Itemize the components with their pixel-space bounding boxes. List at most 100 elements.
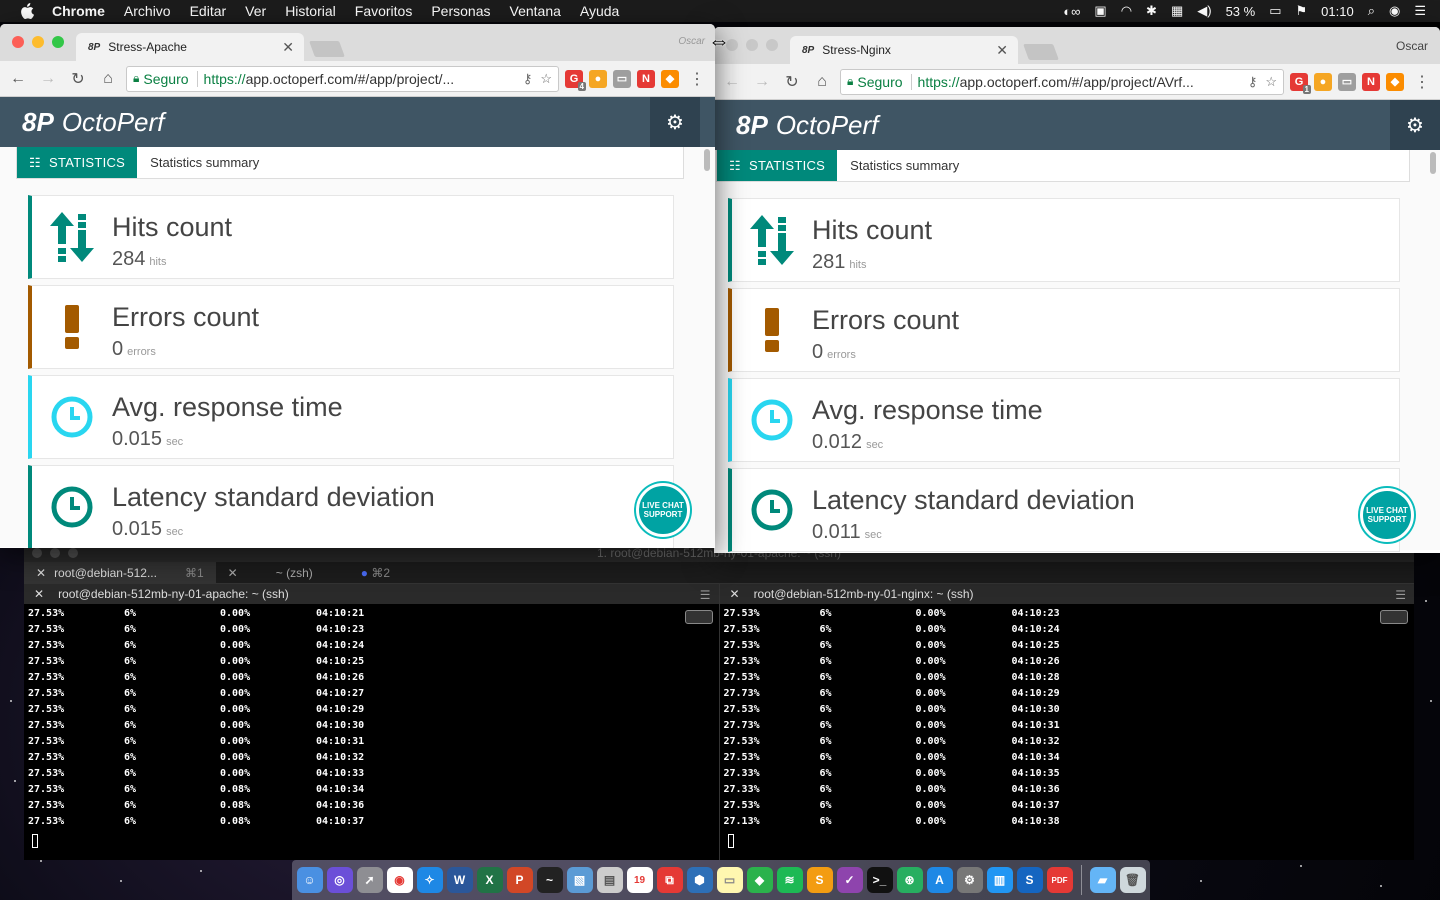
tab-statistics-summary[interactable]: Statistics summary: [837, 150, 972, 181]
terminal-icon[interactable]: >_: [866, 867, 893, 893]
pane-status-button[interactable]: [1380, 610, 1408, 624]
wifi-icon[interactable]: ◠: [1121, 3, 1132, 19]
terminal-tab-1[interactable]: ✕ root@debian-512... ⌘1: [24, 562, 216, 583]
s-app-icon[interactable]: S: [1016, 867, 1043, 893]
terminal-pane-nginx[interactable]: ✕ root@debian-512mb-ny-01-nginx: ~ (ssh)…: [719, 584, 1414, 860]
new-tab-button[interactable]: [1023, 44, 1059, 60]
chrome-icon[interactable]: ◉: [386, 867, 413, 893]
volume-icon[interactable]: ◀): [1197, 3, 1211, 19]
calendar-icon[interactable]: 19: [626, 867, 653, 893]
menu-app-chrome[interactable]: Chrome: [52, 0, 105, 22]
apple-icon[interactable]: [20, 0, 38, 22]
minimize-window-button[interactable]: [746, 39, 758, 51]
zoom-window-button[interactable]: [52, 36, 64, 48]
terminal-tab-2[interactable]: ✕ ~ (zsh) ● ⌘2: [216, 562, 402, 583]
activity-monitor-icon[interactable]: ~: [536, 867, 563, 893]
infinity-icon[interactable]: ◐∞: [1063, 4, 1080, 19]
minimize-window-button[interactable]: [32, 36, 44, 48]
sourcetree-icon[interactable]: ⊛: [896, 867, 923, 893]
menu-editar[interactable]: Editar: [190, 0, 227, 22]
extension-lastpass-icon[interactable]: G1: [1290, 72, 1311, 94]
home-icon[interactable]: ⌂: [96, 67, 120, 91]
browser-tab[interactable]: 8P Stress-Nginx ✕: [790, 36, 1018, 64]
terminal-close-button[interactable]: [32, 548, 42, 558]
key-icon[interactable]: ⚷: [1248, 74, 1258, 90]
chrome-menu-icon[interactable]: ⋮: [685, 67, 709, 91]
menu-ver[interactable]: Ver: [245, 0, 266, 22]
new-tab-button[interactable]: [309, 41, 345, 57]
menu-ventana[interactable]: Ventana: [510, 0, 561, 22]
excel-icon[interactable]: X: [476, 867, 503, 893]
menu-icon[interactable]: ☰: [1395, 588, 1406, 602]
live-chat-button[interactable]: LIVE CHAT SUPPORT: [1360, 488, 1414, 542]
menu-favoritos[interactable]: Favoritos: [355, 0, 413, 22]
reload-icon[interactable]: ↻: [66, 67, 90, 91]
back-icon[interactable]: ←: [6, 67, 30, 91]
address-bar[interactable]: 🔒︎ Seguro https://app.octoperf.com/#/app…: [126, 65, 559, 92]
siri-icon[interactable]: ◎: [326, 867, 353, 893]
siri-icon[interactable]: ◉: [1389, 3, 1400, 19]
cookie-extension-icon[interactable]: ●: [1314, 72, 1332, 91]
profile-button[interactable]: Oscar: [678, 36, 705, 47]
trash-icon[interactable]: 🗑︎: [1119, 867, 1146, 893]
close-icon[interactable]: ✕: [996, 42, 1008, 59]
preview-icon[interactable]: ▧: [566, 867, 593, 893]
octoperf-logo[interactable]: 8P OctoPerf: [736, 110, 878, 141]
pdf-icon[interactable]: PDF: [1046, 867, 1073, 893]
clock[interactable]: 01:10: [1321, 4, 1354, 19]
reload-icon[interactable]: ↻: [780, 70, 804, 94]
bookmark-star-icon[interactable]: ☆: [1265, 74, 1277, 90]
downloads-folder-icon[interactable]: ▰: [1089, 867, 1116, 893]
cast-icon[interactable]: ▭: [1338, 72, 1356, 91]
tab-statistics-summary[interactable]: Statistics summary: [137, 147, 272, 178]
cast-icon[interactable]: ▭: [613, 69, 631, 88]
chrome-menu-icon[interactable]: ⋮: [1410, 70, 1434, 94]
netflix-extension-icon[interactable]: N: [637, 69, 655, 88]
octoperf-logo[interactable]: 8P OctoPerf: [22, 107, 164, 138]
extension-icon[interactable]: ◆: [661, 69, 679, 88]
extension-lastpass-icon[interactable]: G4: [565, 69, 586, 91]
omnifocus-icon[interactable]: ✓: [836, 867, 863, 893]
live-chat-button[interactable]: LIVE CHAT SUPPORT: [636, 483, 690, 537]
safari-icon[interactable]: ✧: [416, 867, 443, 893]
terminal-pane-apache[interactable]: ✕ root@debian-512mb-ny-01-apache: ~ (ssh…: [24, 584, 720, 860]
menu-ayuda[interactable]: Ayuda: [580, 0, 619, 22]
menu-icon[interactable]: ☰: [700, 588, 711, 602]
notification-center-icon[interactable]: ☰: [1414, 3, 1426, 19]
address-bar[interactable]: 🔒︎ Seguro https://app.octoperf.com/#/app…: [840, 68, 1284, 95]
parallels-icon[interactable]: ⧉: [656, 867, 683, 893]
bookmark-star-icon[interactable]: ☆: [540, 71, 552, 87]
spotify-icon[interactable]: ≋: [776, 867, 803, 893]
word-icon[interactable]: W: [446, 867, 473, 893]
finder-icon[interactable]: ☺: [296, 867, 323, 893]
bluetooth-icon[interactable]: ✱: [1146, 3, 1157, 19]
menu-personas[interactable]: Personas: [431, 0, 490, 22]
home-icon[interactable]: ⌂: [810, 70, 834, 94]
scrollbar[interactable]: [704, 149, 710, 171]
terminal-minimize-button[interactable]: [50, 548, 60, 558]
camera-icon[interactable]: ▣: [1094, 3, 1106, 19]
tab-statistics[interactable]: ☷ STATISTICS: [717, 150, 838, 181]
forward-icon[interactable]: →: [36, 67, 60, 91]
browser-tab[interactable]: 8P Stress-Apache ✕: [76, 33, 304, 61]
terminal-zoom-button[interactable]: [68, 548, 78, 558]
powerpoint-icon[interactable]: P: [506, 867, 533, 893]
notes-icon[interactable]: ▭: [716, 867, 743, 893]
menu-archivo[interactable]: Archivo: [124, 0, 171, 22]
system-preferences-icon[interactable]: ⚙: [956, 867, 983, 893]
pane-status-button[interactable]: [684, 610, 713, 624]
feedly-icon[interactable]: ◆: [746, 867, 773, 893]
cookie-extension-icon[interactable]: ●: [589, 69, 607, 88]
key-icon[interactable]: ⚷: [523, 71, 533, 87]
photos-icon[interactable]: ▤: [596, 867, 623, 893]
tab-statistics[interactable]: ☷ STATISTICS: [17, 147, 138, 178]
back-icon[interactable]: ←: [720, 70, 744, 94]
settings-button[interactable]: ⚙: [650, 97, 700, 147]
close-icon[interactable]: ✕: [34, 587, 44, 601]
keyboard-icon[interactable]: ▦: [1171, 3, 1183, 19]
keynote-icon[interactable]: ▥: [986, 867, 1013, 893]
settings-button[interactable]: ⚙: [1390, 100, 1440, 150]
close-icon[interactable]: ✕: [282, 39, 294, 56]
virtualbox-icon[interactable]: ⬢: [686, 867, 713, 893]
spotlight-icon[interactable]: ⌕: [1368, 3, 1375, 19]
